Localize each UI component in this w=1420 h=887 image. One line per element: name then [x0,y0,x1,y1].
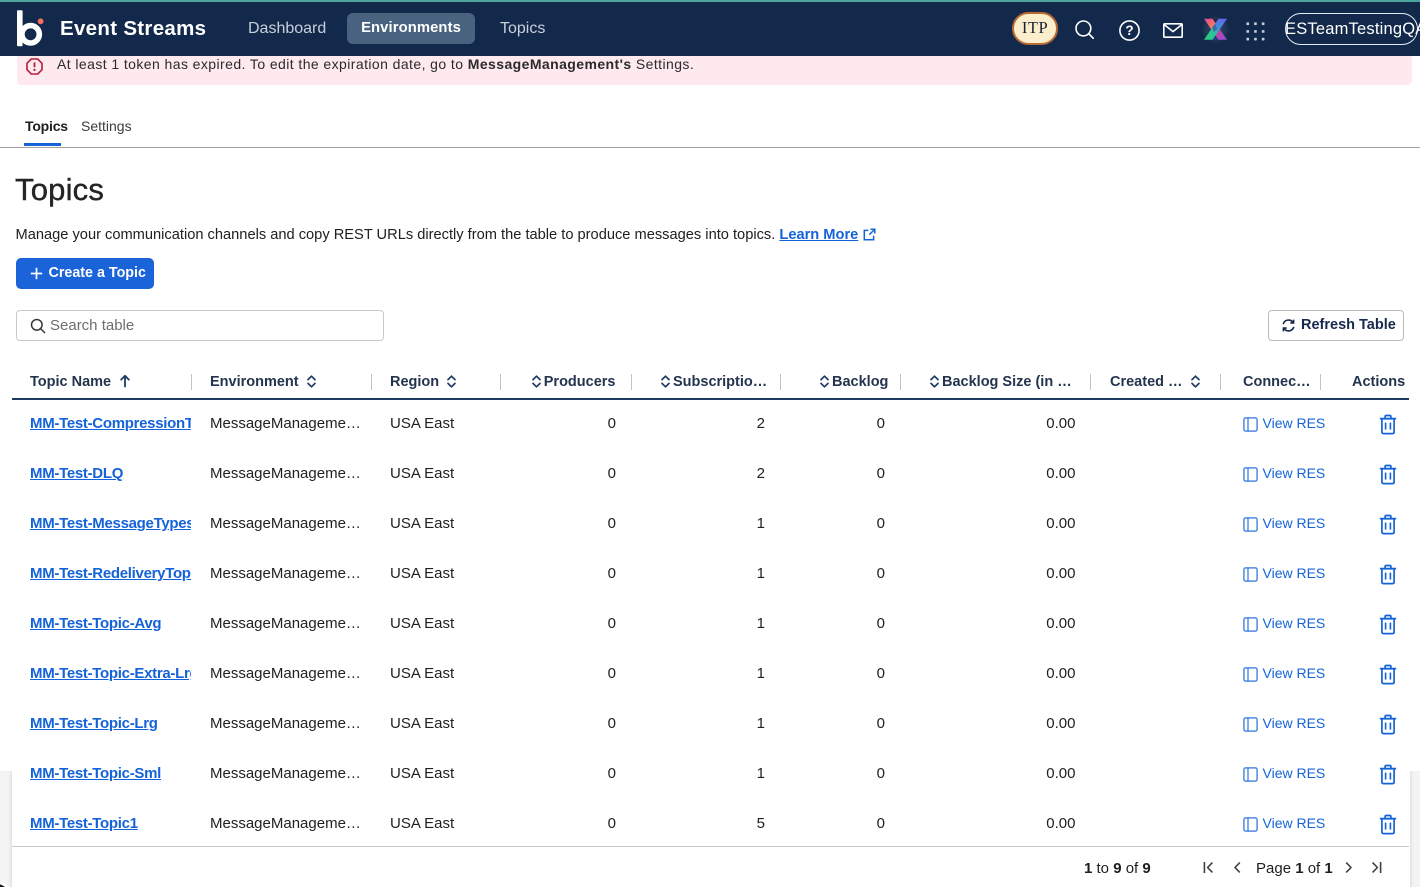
svg-text:?: ? [1125,23,1133,38]
